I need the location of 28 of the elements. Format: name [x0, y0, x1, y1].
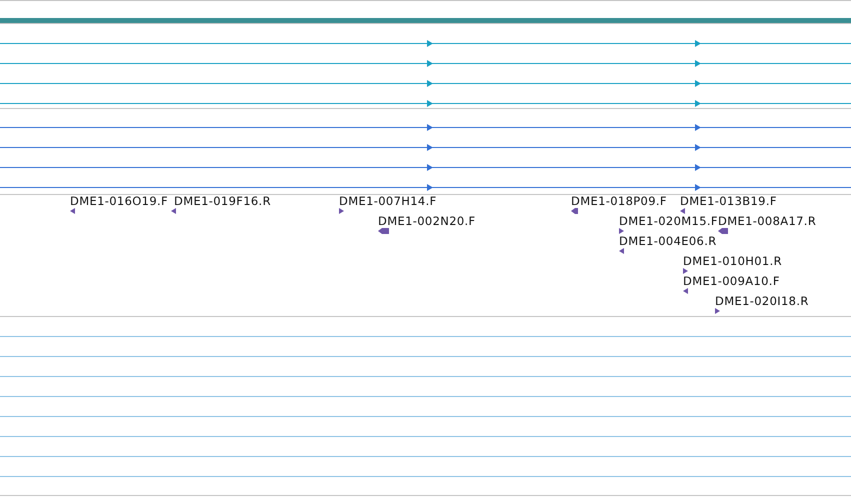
arrowhead-icon — [695, 164, 701, 171]
feature-label: DME1-007H14.F — [339, 195, 437, 208]
arrowhead-icon — [695, 40, 701, 47]
feature-label: DME1-020M15.F — [619, 215, 718, 228]
arrowhead-icon — [427, 164, 433, 171]
feature-label: DME1-010H01.R — [683, 255, 782, 268]
arrowhead-icon — [427, 40, 433, 47]
feature-label: DME1-019F16.R — [174, 195, 271, 208]
arrowhead-icon — [695, 144, 701, 151]
feature-label: DME1-009A10.F — [683, 275, 780, 288]
arrowhead-icon — [695, 184, 701, 191]
arrowhead-icon — [695, 100, 701, 107]
feature-label: DME1-013B19.F — [680, 195, 777, 208]
arrowhead-icon — [695, 124, 701, 131]
arrowhead-icon — [427, 80, 433, 87]
feature-label: DME1-016O19.F — [70, 195, 168, 208]
arrowhead-icon — [427, 144, 433, 151]
arrowhead-icon — [427, 184, 433, 191]
arrowhead-icon — [695, 80, 701, 87]
feature-label: DME1-020I18.R — [715, 295, 809, 308]
arrowhead-icon — [427, 60, 433, 67]
arrowhead-icon — [427, 124, 433, 131]
feature-label: DME1-018P09.F — [571, 195, 667, 208]
feature-label: DME1-008A17.R — [718, 215, 816, 228]
feature-label: DME1-004E06.R — [619, 235, 717, 248]
feature-label: DME1-002N20.F — [378, 215, 476, 228]
arrowhead-icon — [427, 100, 433, 107]
arrowhead-icon — [695, 60, 701, 67]
